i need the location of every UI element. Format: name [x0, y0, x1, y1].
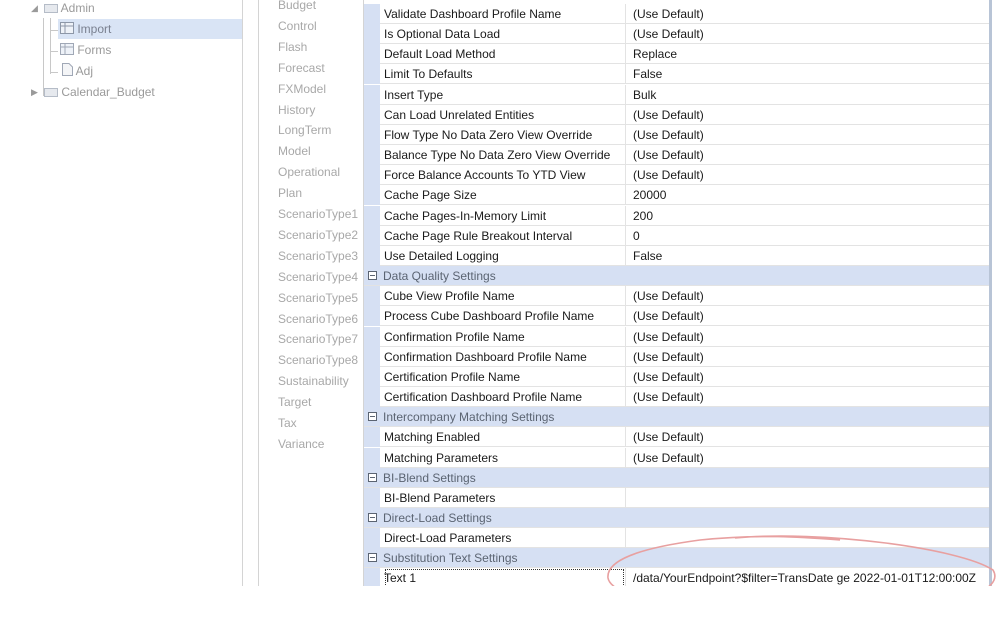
annotation-circle: [607, 535, 996, 613]
empty-area: [0, 586, 999, 618]
